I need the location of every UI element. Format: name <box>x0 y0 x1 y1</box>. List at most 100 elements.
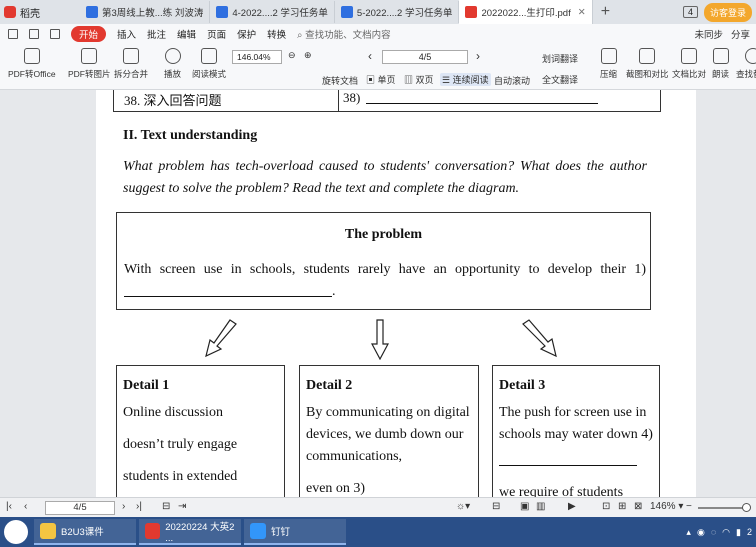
folder-icon <box>40 523 56 539</box>
tab-label: 5-2022....2 学习任务单 <box>356 8 453 19</box>
exit-icon[interactable]: ⇥ <box>178 501 186 512</box>
menu-page[interactable]: 页面 <box>207 27 226 41</box>
system-tray: ▴ ◉ ◌ ◠ ▮ 2 <box>686 527 756 538</box>
dingtalk-icon <box>250 523 266 539</box>
open-folder-icon[interactable] <box>8 29 18 39</box>
single-page-label: 单页 <box>377 75 396 85</box>
visitor-login-button[interactable]: 访客登录 <box>703 2 752 22</box>
tab-word-doc-3[interactable]: 5-2022....2 学习任务单 <box>335 1 460 23</box>
translate-word-button[interactable]: 划词翻译 <box>542 52 578 65</box>
status-zoom-select[interactable]: 146% ▾ <box>650 501 683 512</box>
double-view-icon[interactable]: ▥ <box>536 501 545 512</box>
zoom-out-icon[interactable]: ⊖ <box>288 50 296 61</box>
auto-scroll-button[interactable]: 自动滚动 <box>494 74 530 87</box>
security-icon[interactable]: ◉ <box>697 527 705 538</box>
play-status-icon[interactable]: ▶ <box>568 501 576 512</box>
double-page-button[interactable]: ▥ 双页 <box>404 73 434 86</box>
next-page-icon[interactable]: › <box>476 49 480 63</box>
menu-start[interactable]: 开始 <box>71 26 107 42</box>
zoom-select[interactable]: 146.04% <box>232 50 282 64</box>
screenshot-compare-button[interactable]: 截图和对比 <box>626 48 669 80</box>
tab-word-doc-1[interactable]: 第3周线上教...练 刘波涛 <box>80 1 211 23</box>
pdf-to-office-button[interactable]: PDF转Office <box>8 48 56 80</box>
fit-width-icon[interactable]: ⊞ <box>618 501 626 512</box>
zoom-slider-handle[interactable] <box>742 503 751 512</box>
search-functions-input[interactable]: ⌕ 查找功能、文档内容 <box>297 27 390 41</box>
detail-line: even on 3) <box>306 481 366 496</box>
tab-word-doc-2[interactable]: 4-2022....2 学习任务单 <box>210 1 335 23</box>
reading-mode-button[interactable]: 阅读模式 <box>192 48 226 80</box>
read-aloud-button[interactable]: 朗读 <box>712 48 729 80</box>
page-number-input[interactable]: 4/5 <box>382 50 468 64</box>
status-bar: |‹ ‹ 4/5 › ›| ⊟ ⇥ ☼▾ ⊟ ▣ ▥ ▶ ⊡ ⊞ ⊠ 146% … <box>0 497 756 517</box>
prev-page-icon[interactable]: ‹ <box>368 49 372 63</box>
print-icon[interactable] <box>50 29 60 39</box>
sync-status[interactable]: 未同步 <box>694 27 723 41</box>
brightness-icon[interactable]: ☼▾ <box>456 501 470 512</box>
full-translate-button[interactable]: 全文翻译 <box>542 73 578 86</box>
app-home-tab[interactable]: 稻壳 <box>0 5 80 20</box>
share-button[interactable]: 分享 <box>731 27 750 41</box>
zoom-slider-track[interactable] <box>698 507 746 509</box>
first-page-icon[interactable]: |‹ <box>6 501 12 512</box>
single-view-icon[interactable]: ▣ <box>520 501 529 512</box>
single-page-button[interactable]: ▣ 单页 <box>366 73 396 86</box>
wechat-icon[interactable]: ◌ <box>711 527 716 537</box>
pdf-doc-icon <box>465 6 478 18</box>
os-taskbar: B2U3课件 20220224 大英2 ... 钉钉 ▴ ◉ ◌ ◠ ▮ 2 <box>0 517 756 547</box>
detail-heading: Detail 3 <box>499 378 546 393</box>
detail-line: we require of students <box>499 485 624 497</box>
tab-bar: 稻壳 第3周线上教...练 刘波涛 4-2022....2 学习任务单 5-20… <box>0 0 756 24</box>
zoom-out-status-icon[interactable]: − <box>686 501 692 512</box>
play-button[interactable]: 播放 <box>164 48 181 80</box>
zoom-value: 146.04% <box>237 52 271 62</box>
document-viewport[interactable]: 38. 深入回答问题 38) II. Text understanding Wh… <box>0 90 756 497</box>
taskbar-folder[interactable]: B2U3课件 <box>34 519 136 545</box>
menu-insert[interactable]: 插入 <box>117 27 136 41</box>
taskbar-dingtalk[interactable]: 钉钉 <box>244 519 346 545</box>
wps-icon <box>145 523 161 539</box>
pdf-to-image-button[interactable]: PDF转图片 <box>68 48 111 80</box>
sidebar-toggle-icon[interactable]: ⊟ <box>162 501 170 512</box>
tab-label: 4-2022....2 学习任务单 <box>232 8 328 19</box>
continuous-read-button[interactable]: ☰ 连续阅读 <box>440 73 491 86</box>
tab-pdf-active[interactable]: 2022022...生打印.pdf ✕ <box>459 0 593 24</box>
split-merge-button[interactable]: 拆分合并 <box>114 48 148 80</box>
status-page-input[interactable]: 4/5 <box>45 501 115 515</box>
save-icon[interactable] <box>29 29 39 39</box>
read-aloud-icon <box>712 48 729 64</box>
new-tab-button[interactable]: + <box>593 3 618 21</box>
doc-compare-button[interactable]: 文档比对 <box>672 48 706 80</box>
menu-edit[interactable]: 编辑 <box>177 27 196 41</box>
signal-icon[interactable]: ▮ <box>736 527 741 538</box>
menu-protect[interactable]: 保护 <box>237 27 256 41</box>
start-menu-icon[interactable] <box>4 520 28 544</box>
arrow-down-left-icon <box>205 319 237 358</box>
clock[interactable]: 2 <box>747 527 752 537</box>
menu-convert[interactable]: 转换 <box>267 27 286 41</box>
prev-page-status-icon[interactable]: ‹ <box>24 501 27 512</box>
ribbon-label: 拆分合并 <box>114 69 149 79</box>
screenshot-icon <box>639 48 656 64</box>
actual-size-icon[interactable]: ⊠ <box>634 501 642 512</box>
window-count-badge[interactable]: 4 <box>682 6 698 18</box>
fit-page-icon[interactable]: ⊡ <box>602 501 610 512</box>
tray-up-arrow-icon[interactable]: ▴ <box>686 527 691 538</box>
wifi-icon[interactable]: ◠ <box>722 527 730 538</box>
search-placeholder: 查找功能、文档内容 <box>305 30 391 41</box>
next-page-status-icon[interactable]: › <box>122 501 125 512</box>
table-cell-question: 38. 深入回答问题 <box>114 90 339 111</box>
find-icon <box>745 48 756 64</box>
compress-button[interactable]: 压缩 <box>600 48 617 80</box>
taskbar-wps[interactable]: 20220224 大英2 ... <box>139 519 241 545</box>
last-page-icon[interactable]: ›| <box>136 501 142 512</box>
continuous-view-icon[interactable]: ⊟ <box>492 501 500 512</box>
detail-text: The push for screen use in schools may w… <box>499 402 653 497</box>
rotate-doc-button[interactable]: 旋转文档 <box>322 74 358 87</box>
detail-line: Online discussion <box>123 405 223 420</box>
find-replace-button[interactable]: 查找替换 <box>736 48 756 80</box>
close-tab-icon[interactable]: ✕ <box>578 7 586 18</box>
zoom-in-icon[interactable]: ⊕ <box>304 50 312 61</box>
detail-box-2: Detail 2 By communicating on digital dev… <box>299 365 479 497</box>
menu-annotate[interactable]: 批注 <box>147 27 166 41</box>
